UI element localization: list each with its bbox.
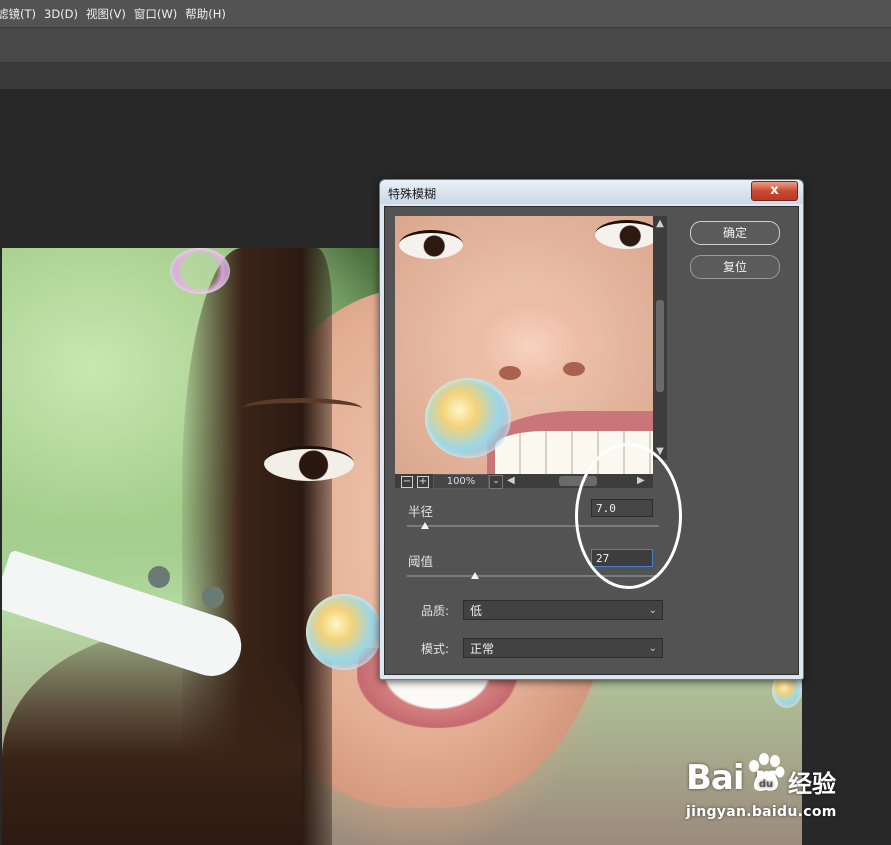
preview-eye (399, 230, 463, 259)
reset-button[interactable]: 复位 (690, 255, 780, 279)
chevron-down-icon: ⌄ (492, 476, 500, 486)
scroll-left-icon[interactable]: ◀ (507, 474, 519, 488)
special-blur-dialog: 特殊模糊 x ▲ ▼ − + 100% ⌄ ◀ ▶ 确定 复位 半径 7.0 阈… (379, 179, 804, 680)
watermark-url: jingyan.baidu.com (686, 804, 837, 820)
radius-slider-thumb[interactable] (420, 522, 429, 529)
quality-value: 低 (470, 604, 483, 618)
baidu-watermark: Bai u du 经验 jingyan.baidu.com (684, 752, 884, 832)
preview-nostril (563, 362, 585, 376)
mode-label: 模式: (421, 642, 450, 656)
close-icon: x (770, 183, 779, 198)
close-button[interactable]: x (751, 181, 798, 201)
photo-eyebrow (242, 398, 362, 419)
menu-window[interactable]: 窗口(W) (134, 6, 185, 22)
dialog-titlebar[interactable]: 特殊模糊 x (380, 180, 803, 204)
scroll-up-icon[interactable]: ▲ (653, 218, 667, 230)
options-bar (0, 28, 891, 63)
preview-nostril (499, 366, 521, 380)
threshold-slider-thumb[interactable] (471, 572, 480, 579)
menu-bar: 滤镜(T) 3D(D) 视图(V) 窗口(W) 帮助(H) (0, 0, 891, 28)
svg-text:du: du (759, 779, 773, 790)
photo-hair-lower (2, 628, 302, 845)
radius-label: 半径 (408, 504, 434, 519)
preview-image[interactable] (395, 216, 653, 474)
preview-vertical-scrollbar[interactable]: ▲ ▼ (653, 216, 667, 460)
mode-value: 正常 (470, 642, 495, 656)
zoom-plus-icon: + (418, 476, 428, 487)
annotation-highlight-circle (575, 443, 682, 589)
baidu-paw-icon: du (749, 753, 785, 791)
zoom-out-button[interactable]: − (401, 476, 413, 488)
photo-bubble (306, 594, 382, 670)
mode-select[interactable]: 正常 ⌄ (463, 638, 663, 658)
threshold-label: 阈值 (408, 554, 434, 569)
zoom-in-button[interactable]: + (417, 476, 429, 488)
vertical-scroll-thumb[interactable] (656, 300, 664, 392)
photo-pinwheel-hole (148, 566, 170, 588)
dialog-title: 特殊模糊 (388, 187, 437, 201)
watermark-cn: 经验 (788, 770, 836, 798)
ok-button[interactable]: 确定 (690, 221, 780, 245)
preview-eye (595, 220, 653, 249)
menu-help[interactable]: 帮助(H) (185, 6, 234, 22)
chevron-down-icon: ⌄ (648, 643, 657, 654)
zoom-minus-icon: − (402, 476, 412, 487)
photo-pinwheel-hole (202, 586, 224, 608)
zoom-level: 100% (433, 474, 489, 489)
chevron-down-icon: ⌄ (648, 605, 657, 616)
quality-select[interactable]: 低 ⌄ (463, 600, 663, 620)
menu-view[interactable]: 视图(V) (86, 6, 134, 22)
photo-eye (264, 446, 354, 481)
preview-bubble (425, 378, 511, 458)
photo-bubble (170, 248, 230, 294)
dialog-body: ▲ ▼ − + 100% ⌄ ◀ ▶ 确定 复位 半径 7.0 阈值 27 品质… (384, 206, 799, 675)
quality-label: 品质: (421, 604, 450, 618)
zoom-dropdown-button[interactable]: ⌄ (489, 475, 503, 489)
menu-filter[interactable]: 滤镜(T) (0, 6, 44, 22)
document-tab-strip (0, 63, 891, 90)
menu-3d[interactable]: 3D(D) (44, 7, 86, 21)
